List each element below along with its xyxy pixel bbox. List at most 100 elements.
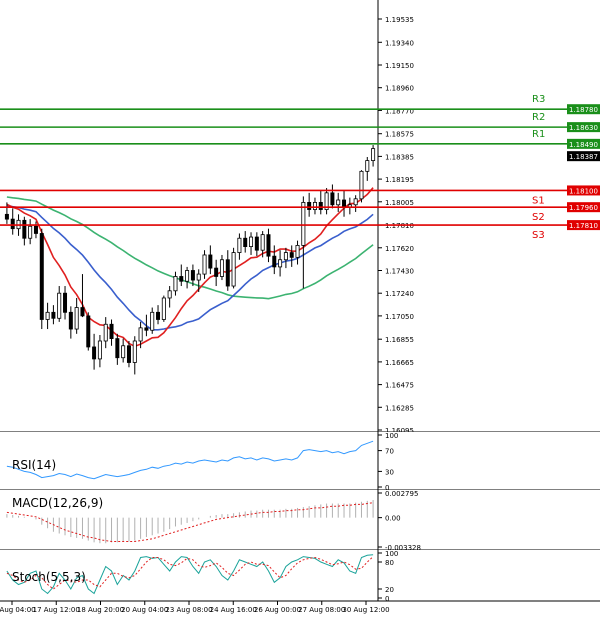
candle-down: [225, 259, 230, 287]
chart: 1.19535 1.19340 1.19150 1.18960 1.18770 1.185…: [0, 0, 600, 621]
x-tick-label: 27 Aug 08:00: [298, 606, 345, 614]
level-label-s3: S3: [532, 230, 545, 241]
candle-up: [359, 170, 364, 200]
candle-up: [173, 276, 178, 292]
price-tick-label: 1.17430: [385, 267, 414, 275]
candle-up: [260, 234, 265, 251]
x-tick-label: 17 Aug 12:00: [33, 606, 80, 614]
rsi-label: RSI(14): [12, 458, 56, 472]
candle-down: [92, 346, 97, 360]
candle-down: [156, 311, 161, 320]
panel-bg: [0, 432, 600, 490]
candle-down: [22, 219, 27, 239]
stoch-tick-label: 20: [385, 586, 394, 594]
candle-up: [167, 290, 172, 299]
stoch-tick-label: 100: [385, 550, 398, 558]
candle-up: [28, 225, 33, 239]
price-tick-label: 1.19535: [385, 16, 414, 24]
level-label-r1: R1: [532, 129, 545, 140]
plot-area: [0, 0, 378, 432]
x-tick-label: 20 Aug 04:00: [121, 606, 168, 614]
candle-down: [126, 345, 131, 363]
level-label-r2: R2: [532, 112, 545, 123]
candle-up: [97, 340, 102, 360]
macd-panel: 0.0027950.00-0.003328MACD(12,26,9): [0, 490, 600, 552]
candle-down: [144, 327, 149, 331]
candle-up: [249, 236, 254, 248]
x-tick-label: 24 Aug 16:00: [210, 606, 257, 614]
candle-up: [138, 327, 143, 342]
candle-up: [231, 252, 236, 287]
level-value-label: 1.18100: [569, 187, 598, 195]
current-price-label: 1.18387: [569, 153, 598, 161]
level-label-r3: R3: [532, 94, 545, 105]
stoch-panel: 10080 200 Stoch(5,5,3): [0, 550, 600, 603]
price-tick-label: 1.16475: [385, 382, 414, 390]
price-tick-label: 1.17810: [385, 222, 414, 230]
candle-up: [365, 160, 370, 172]
candle-up: [150, 311, 155, 331]
candle-down: [80, 307, 85, 317]
candle-down: [10, 218, 15, 230]
candle-up: [161, 297, 166, 320]
price-tick-label: 1.18005: [385, 199, 414, 207]
candle-up: [196, 273, 201, 281]
level-value-label: 1.18490: [569, 141, 598, 149]
x-tick-label: 26 Aug 00:00: [254, 606, 301, 614]
candle-up: [283, 252, 288, 261]
main-panel: 1.195351.193401.191501.189601.187701.185…: [0, 0, 600, 435]
x-tick-label: 18 Aug 20:00: [77, 606, 124, 614]
price-tick-label: 1.17240: [385, 290, 414, 298]
candle-up: [202, 254, 207, 275]
candle-down: [4, 213, 9, 220]
price-tick-label: 1.19340: [385, 39, 414, 47]
price-tick-label: 1.16665: [385, 359, 414, 367]
candle-down: [51, 311, 56, 319]
candle-down: [330, 192, 335, 206]
macd-tick-label: 0.002795: [385, 490, 418, 498]
candle-up: [371, 148, 376, 161]
candle-down: [33, 225, 38, 234]
rsi-tick-label: 30: [385, 468, 394, 476]
candle-down: [254, 236, 259, 251]
candle-up: [278, 259, 283, 268]
level-label-s1: S1: [532, 195, 545, 206]
price-tick-label: 1.16855: [385, 336, 414, 344]
rsi-panel: 10070300RSI(14): [0, 432, 600, 492]
x-tick-label: 23 Aug 08:00: [165, 606, 212, 614]
candle-down: [86, 315, 91, 348]
candle-down: [39, 233, 44, 320]
stoch-tick-label: 80: [385, 559, 394, 567]
candle-down: [307, 201, 312, 210]
candle-up: [353, 198, 358, 206]
candle-down: [214, 267, 219, 277]
price-tick-label: 1.18960: [385, 85, 414, 93]
price-tick-label: 1.18385: [385, 153, 414, 161]
candle-up: [103, 323, 108, 342]
candle-down: [115, 338, 120, 359]
candle-up: [74, 307, 79, 330]
x-tick-label: 17 Aug 04:00: [0, 606, 36, 614]
candle-down: [342, 199, 347, 208]
candle-up: [57, 292, 62, 319]
candle-up: [185, 270, 190, 282]
candle-up: [219, 259, 224, 277]
candle-down: [68, 311, 73, 330]
chart-svg: 1.195351.193401.191501.189601.187701.185…: [0, 0, 600, 614]
macd-tick-label: 0.00: [385, 515, 401, 523]
candle-up: [45, 311, 50, 320]
candle-down: [179, 276, 184, 282]
candle-down: [266, 234, 271, 257]
x-tick-label: 30 Aug 12:00: [342, 606, 389, 614]
candle-down: [109, 323, 114, 340]
candle-down: [63, 292, 68, 313]
candle-up: [121, 345, 126, 359]
candle-down: [289, 252, 294, 258]
price-tick-label: 1.17620: [385, 245, 414, 253]
stoch-label: Stoch(5,5,3): [12, 570, 86, 584]
level-value-label: 1.18780: [569, 106, 598, 114]
level-value-label: 1.18630: [569, 124, 598, 132]
price-tick-label: 1.19150: [385, 62, 414, 70]
level-value-label: 1.17810: [569, 222, 598, 230]
candle-down: [272, 255, 277, 268]
